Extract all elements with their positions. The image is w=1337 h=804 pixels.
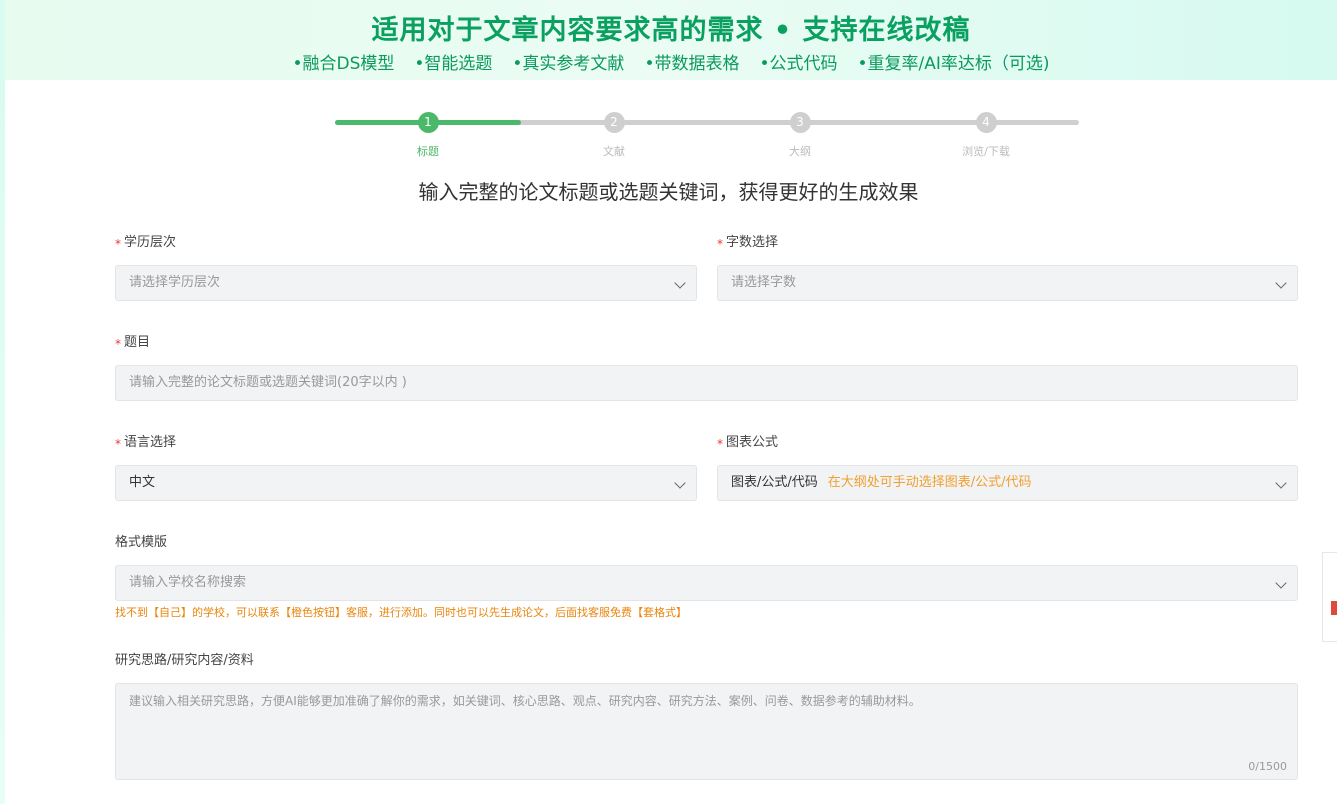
step-label: 大纲 <box>789 145 811 158</box>
step-download[interactable]: 4 浏览/下载 <box>946 112 1026 159</box>
wordcount-select[interactable]: 请选择字数 <box>717 265 1298 301</box>
char-counter: 0/1500 <box>1248 760 1287 773</box>
charts-select[interactable]: 图表/公式/代码 在大纲处可手动选择图表/公式/代码 <box>717 465 1298 501</box>
research-label: 研究思路/研究内容/资料 <box>115 653 254 668</box>
language-select[interactable]: 中文 <box>115 465 697 501</box>
research-textarea[interactable]: 建议输入相关研究思路，方便AI能够更加准确了解你的需求，如关键词、核心思路、观点… <box>115 683 1298 780</box>
step-title[interactable]: 1 标题 <box>388 112 468 159</box>
step-label: 标题 <box>417 145 439 158</box>
feature-item: •真实参考文献 <box>512 54 625 74</box>
banner-features: •融合DS模型 •智能选题 •真实参考文献 •带数据表格 •公式代码 •重复率/… <box>5 49 1337 74</box>
step-number: 2 <box>603 112 625 133</box>
research-placeholder: 建议输入相关研究思路，方便AI能够更加准确了解你的需求，如关键词、核心思路、观点… <box>129 694 921 708</box>
topic-placeholder: 请输入完整的论文标题或选题关键词(20字以内 ) <box>129 375 407 390</box>
education-select[interactable]: 请选择学历层次 <box>115 265 697 301</box>
step-label: 文献 <box>603 145 625 158</box>
required-mark: * <box>115 237 121 251</box>
chevron-down-icon <box>1275 577 1287 589</box>
left-edge-strip <box>0 0 5 804</box>
side-tab-icon <box>1331 601 1337 615</box>
education-placeholder: 请选择学历层次 <box>129 275 221 290</box>
template-search-select[interactable]: 请输入学校名称搜索 <box>115 565 1298 601</box>
education-label: * 学历层次 <box>115 235 177 251</box>
floating-side-tab[interactable] <box>1322 552 1337 642</box>
step-label: 浏览/下载 <box>962 145 1010 158</box>
step-number: 1 <box>417 112 439 133</box>
template-note: 找不到【自己】的学校，可以联系【橙色按钮】客服，进行添加。同时也可以先生成论文，… <box>115 606 687 619</box>
feature-item: •重复率/AI率达标（可选) <box>857 54 1050 74</box>
step-number: 3 <box>789 112 811 133</box>
required-mark: * <box>115 437 121 451</box>
charts-label: * 图表公式 <box>717 435 779 451</box>
banner-title: 适用对于文章内容要求高的需求 • 支持在线改稿 <box>371 15 971 46</box>
chevron-down-icon <box>1275 477 1287 489</box>
template-label: 格式模版 <box>115 535 168 550</box>
wordcount-label: * 字数选择 <box>717 235 779 251</box>
required-mark: * <box>717 237 723 251</box>
feature-item: •公式代码 <box>759 54 838 74</box>
feature-item: •带数据表格 <box>644 54 740 74</box>
topic-label: * 题目 <box>115 335 151 351</box>
step-outline[interactable]: 3 大纲 <box>760 112 840 159</box>
wordcount-placeholder: 请选择字数 <box>731 275 797 290</box>
feature-item: •融合DS模型 <box>292 54 395 74</box>
language-value: 中文 <box>129 475 156 490</box>
chevron-down-icon <box>1275 277 1287 289</box>
template-placeholder: 请输入学校名称搜索 <box>129 575 247 590</box>
required-mark: * <box>115 337 121 351</box>
feature-item: •智能选题 <box>414 54 493 74</box>
progress-stepper: 1 标题 2 文献 3 大纲 4 浏览/下载 <box>335 112 1079 162</box>
language-label: * 语言选择 <box>115 435 177 451</box>
charts-hint: 在大纲处可手动选择图表/公式/代码 <box>827 475 1032 490</box>
required-mark: * <box>717 437 723 451</box>
step-number: 4 <box>975 112 997 133</box>
step-references[interactable]: 2 文献 <box>574 112 654 159</box>
page-subtitle: 输入完整的论文标题或选题关键词，获得更好的生成效果 <box>418 180 919 204</box>
chevron-down-icon <box>674 277 686 289</box>
charts-value: 图表/公式/代码 <box>731 475 818 490</box>
topic-input[interactable]: 请输入完整的论文标题或选题关键词(20字以内 ) <box>115 365 1298 401</box>
promo-banner: 适用对于文章内容要求高的需求 • 支持在线改稿 •融合DS模型 •智能选题 •真… <box>5 0 1337 80</box>
chevron-down-icon <box>674 477 686 489</box>
